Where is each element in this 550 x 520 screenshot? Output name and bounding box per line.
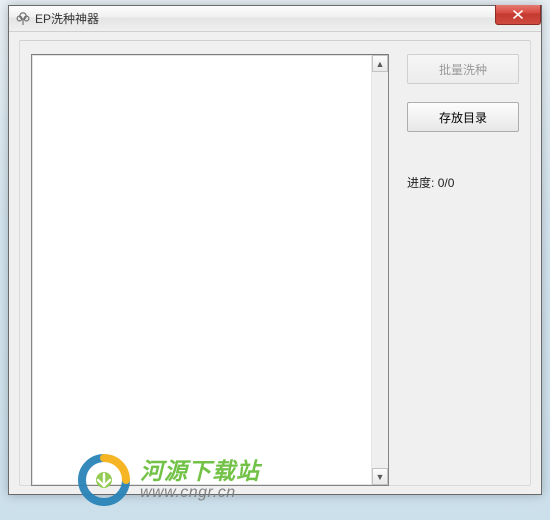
batch-wash-button: 批量洗种: [407, 54, 519, 84]
watermark-text: 河源下载站 www.cngr.cn: [140, 459, 260, 502]
app-window: EP洗种神器 ▲ ▼ 批量洗种 存放目录 进度:: [8, 5, 542, 495]
watermark: 河源下载站 www.cngr.cn: [78, 454, 260, 506]
side-panel: 批量洗种 存放目录 进度: 0/0: [389, 54, 519, 472]
listbox-inner[interactable]: [32, 55, 371, 485]
save-dir-button[interactable]: 存放目录: [407, 102, 519, 132]
listbox[interactable]: ▲ ▼: [31, 54, 389, 486]
window-title: EP洗种神器: [35, 10, 99, 27]
progress-label: 进度:: [407, 176, 434, 190]
close-button[interactable]: [495, 5, 541, 25]
chevron-down-icon[interactable]: ▼: [372, 468, 388, 485]
watermark-logo-icon: [78, 454, 130, 506]
progress-value: 0/0: [438, 176, 455, 190]
watermark-site-url: www.cngr.cn: [140, 484, 260, 502]
titlebar[interactable]: EP洗种神器: [9, 6, 541, 32]
close-icon: [513, 10, 523, 19]
scroll-track[interactable]: [372, 72, 388, 468]
content: ▲ ▼ 批量洗种 存放目录 进度: 0/0: [31, 54, 519, 472]
app-icon: [15, 11, 31, 27]
client-area: ▲ ▼ 批量洗种 存放目录 进度: 0/0: [9, 32, 541, 494]
progress-text: 进度: 0/0: [407, 174, 519, 191]
vertical-scrollbar[interactable]: ▲ ▼: [371, 55, 388, 485]
chevron-up-icon[interactable]: ▲: [372, 55, 388, 72]
watermark-site-name: 河源下载站: [140, 459, 260, 484]
